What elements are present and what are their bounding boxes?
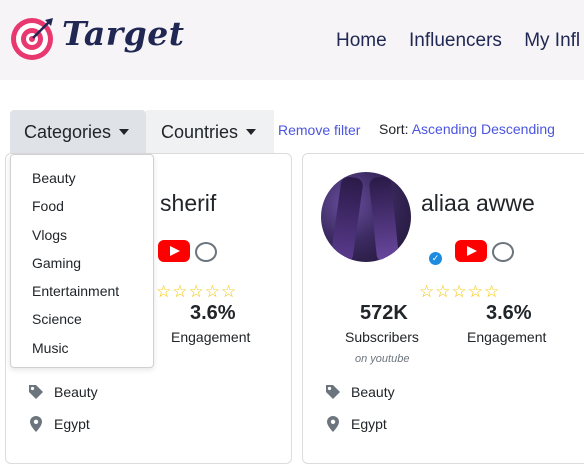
nav-home-link[interactable]: Home	[336, 30, 387, 51]
countries-label: Countries	[161, 121, 239, 142]
category-text: Beauty	[351, 384, 395, 400]
rating-stars[interactable]: ☆☆☆☆☆	[419, 282, 500, 302]
category-option-food[interactable]: Food	[11, 192, 153, 220]
categories-dropdown-menu: Beauty Food Vlogs Gaming Entertainment S…	[10, 154, 154, 368]
influencer-name[interactable]: aliaa awwe	[421, 190, 535, 217]
category-option-entertainment[interactable]: Entertainment	[11, 277, 153, 305]
top-navbar: Target Home Influencers My Infl	[0, 0, 584, 80]
country-row: Egypt	[28, 416, 90, 432]
categories-label: Categories	[24, 121, 112, 142]
country-text: Egypt	[54, 416, 90, 432]
country-text: Egypt	[351, 416, 387, 432]
country-row: Egypt	[325, 416, 387, 432]
nav-my-influencers-link[interactable]: My Infl	[524, 30, 580, 51]
category-text: Beauty	[54, 384, 98, 400]
verified-badge-icon: ✓	[429, 252, 442, 265]
comment-icon[interactable]	[492, 242, 514, 262]
caret-down-icon	[246, 129, 257, 135]
sort-ascending-link[interactable]: Ascending	[412, 121, 477, 137]
subscribers-label: Subscribers	[345, 329, 419, 345]
location-pin-icon	[327, 416, 339, 432]
influencer-card[interactable]: ✓ aliaa awwe ☆☆☆☆☆ 572K Subscribers on y…	[302, 153, 584, 464]
youtube-icon[interactable]	[158, 240, 190, 262]
remove-filter-link[interactable]: Remove filter	[278, 122, 360, 138]
engagement-label: Engagement	[171, 329, 251, 345]
category-option-music[interactable]: Music	[11, 334, 153, 362]
influencer-name[interactable]: r sherif	[146, 190, 216, 217]
comment-icon[interactable]	[195, 242, 217, 262]
tag-icon	[326, 385, 340, 399]
category-option-science[interactable]: Science	[11, 305, 153, 333]
main-nav: Home Influencers My Infl	[336, 30, 584, 52]
sort-label: Sort:	[379, 121, 409, 137]
category-row: Beauty	[28, 384, 98, 400]
caret-down-icon	[119, 129, 130, 135]
category-option-gaming[interactable]: Gaming	[11, 249, 153, 277]
rating-stars[interactable]: ☆☆☆☆☆	[156, 282, 237, 302]
sort-controls: Sort: Ascending Descending	[379, 121, 555, 137]
sort-descending-link[interactable]: Descending	[481, 121, 555, 137]
engagement-value: 3.6%	[190, 302, 236, 324]
category-row: Beauty	[325, 384, 395, 400]
engagement-value: 3.6%	[486, 302, 532, 324]
avatar[interactable]	[321, 172, 411, 262]
categories-dropdown-button[interactable]: Categories	[10, 110, 146, 154]
target-logo-icon[interactable]	[9, 16, 55, 62]
tag-icon	[29, 385, 43, 399]
category-option-vlogs[interactable]: Vlogs	[11, 221, 153, 249]
category-option-beauty[interactable]: Beauty	[11, 164, 153, 192]
nav-influencers-link[interactable]: Influencers	[409, 30, 502, 51]
countries-dropdown-button[interactable]: Countries	[146, 110, 274, 154]
youtube-icon[interactable]	[455, 240, 487, 262]
engagement-label: Engagement	[467, 329, 547, 345]
subscribers-platform: on youtube	[355, 353, 410, 365]
brand-name[interactable]: Target	[62, 14, 184, 53]
location-pin-icon	[30, 416, 42, 432]
subscribers-value: 572K	[360, 302, 408, 324]
